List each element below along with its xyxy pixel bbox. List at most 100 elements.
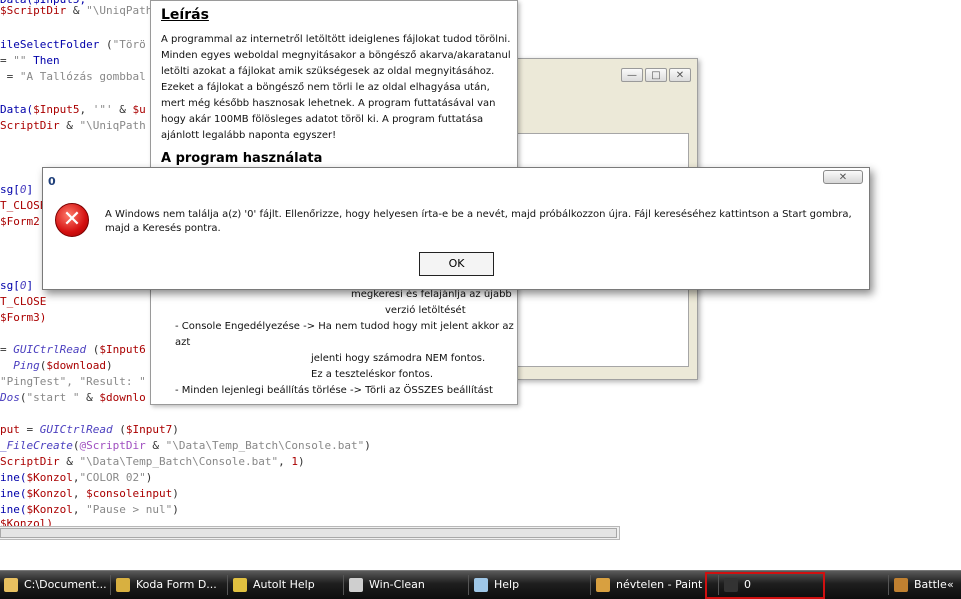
code-line: = "" Then	[0, 53, 60, 69]
code-line: T_CLOSE	[0, 294, 46, 310]
minimize-button[interactable]: —	[621, 68, 643, 82]
folder-icon	[4, 578, 18, 592]
error-icon: ✕	[55, 203, 89, 237]
code-token: $Konzol	[26, 503, 73, 516]
code-line: T_CLOSE	[0, 198, 46, 214]
code-token: )	[298, 455, 305, 468]
code-token: ,	[72, 503, 87, 516]
code-token: =	[19, 423, 40, 436]
code-token: =	[0, 70, 20, 83]
code-token: (	[99, 38, 113, 51]
close-button[interactable]: ✕	[669, 68, 691, 82]
code-token: $Konzol	[26, 487, 73, 500]
dialog-message: A Windows nem találja a(z) '0' fájlt. El…	[105, 209, 852, 234]
taskbar-overflow-icon[interactable]: «	[947, 578, 954, 591]
code-line: "PingTest", "Result: "	[0, 374, 146, 390]
code-token: "Törö	[112, 38, 146, 51]
horizontal-scrollbar[interactable]	[0, 526, 620, 540]
taskbar-item-label: névtelen - Paint	[616, 578, 703, 591]
code-token: put	[0, 423, 20, 436]
code-token: $consoleinput	[86, 487, 173, 500]
taskbar-item-label: Win-Clean	[369, 578, 425, 591]
code-token: )	[172, 503, 179, 516]
battle-icon	[894, 578, 908, 592]
code-line: ileSelectFolder ("Törö	[0, 37, 146, 53]
taskbar-separator	[227, 575, 228, 595]
taskbar-separator	[888, 575, 889, 595]
code-token: $u	[132, 103, 146, 116]
taskbar-item[interactable]: AutoIt Help	[233, 574, 343, 596]
code-line: ScriptDir & "\UniqPath	[0, 118, 146, 134]
code-token: '"'	[92, 103, 113, 116]
code-token: =	[0, 54, 14, 67]
code-line: Dos("start " & $downlo	[0, 390, 146, 406]
taskbar-separator	[590, 575, 591, 595]
help-book-icon	[233, 578, 247, 592]
code-line: ine($Konzol,"COLOR 02")	[0, 470, 152, 486]
code-line: _FileCreate(@ScriptDir & "\Data\Temp_Bat…	[0, 438, 371, 454]
code-token: 0	[19, 279, 27, 292]
help-list-line: verzió letöltését	[385, 305, 466, 316]
taskbar-separator	[468, 575, 469, 595]
code-token: )	[364, 439, 371, 452]
code-line: $ScriptDir & "\UniqPath	[0, 3, 152, 19]
code-token: )	[172, 423, 179, 436]
code-token: &	[79, 391, 100, 404]
code-token: ine(	[0, 503, 27, 516]
code-token: )	[105, 359, 113, 372]
taskbar-item-label: Help	[494, 578, 520, 591]
code-token: ]	[26, 279, 34, 292]
taskbar-item[interactable]: Win-Clean	[349, 574, 467, 596]
taskbar-item-label: AutoIt Help	[253, 578, 315, 591]
taskbar-item-label: Battle	[914, 578, 947, 591]
code-line: Data($Input5, '"' & $u	[0, 102, 146, 118]
window-controls: — □ ✕	[619, 63, 691, 82]
dialog-close-button[interactable]: ✕	[823, 170, 863, 184]
code-token: &	[59, 119, 80, 132]
code-token: "COLOR 02"	[79, 471, 146, 484]
code-token: $download	[46, 359, 106, 372]
help-list-line: - Minden lejenlegi beállítás törlése -> …	[175, 385, 493, 396]
code-line: = GUICtrlRead ($Input6	[0, 342, 146, 358]
code-token: $Form2	[0, 215, 40, 228]
code-token: $Form3)	[0, 311, 47, 324]
code-line: ine($Konzol, $consoleinput)	[0, 486, 179, 502]
code-token: 0	[19, 183, 27, 196]
code-line: ScriptDir & "\Data\Temp_Batch\Console.ba…	[0, 454, 305, 470]
error-dialog[interactable]: 0 ✕ ✕ A Windows nem találja a(z) '0' fáj…	[42, 167, 870, 290]
scrollbar-thumb[interactable]	[0, 528, 617, 538]
taskbar-item[interactable]: C:\Document...	[4, 574, 112, 596]
code-line: sg[0]	[0, 278, 33, 294]
code-token: (	[86, 343, 100, 356]
code-token: =	[0, 343, 14, 356]
code-token: sg[	[0, 183, 20, 196]
taskbar-item[interactable]: Help	[474, 574, 590, 596]
code-token: @ScriptDir	[79, 439, 146, 452]
code-line: Ping($download)	[0, 358, 113, 374]
help-description: A programmal az internetről letöltött id…	[161, 34, 511, 141]
code-token: ,	[79, 103, 93, 116]
dialog-title: 0	[48, 175, 56, 188]
code-token: T_CLOSE	[0, 295, 47, 308]
code-token: $Input5	[33, 103, 80, 116]
help-list-line: Ez a teszteléskor fontos.	[311, 369, 434, 380]
code-token: ine(	[0, 487, 27, 500]
code-token: ]	[26, 183, 34, 196]
code-token: &	[59, 455, 80, 468]
help-list-line: jelenti hogy számodra NEM fontos.	[311, 353, 486, 364]
ok-button[interactable]: OK	[419, 252, 494, 276]
code-token: (	[112, 423, 126, 436]
maximize-button[interactable]: □	[645, 68, 667, 82]
code-token: Dos	[0, 391, 20, 404]
code-token: GUICtrlRead	[13, 343, 87, 356]
code-token: ,	[278, 455, 292, 468]
code-token: $Konzol	[26, 471, 73, 484]
code-token: T_CLOSE	[0, 199, 47, 212]
code-token: &	[66, 4, 87, 17]
code-token: )	[145, 471, 153, 484]
code-token: &	[112, 103, 133, 116]
code-token: $downlo	[99, 391, 146, 404]
taskbar-item[interactable]: Koda Form D...	[116, 574, 228, 596]
taskbar-item[interactable]: névtelen - Paint	[596, 574, 716, 596]
